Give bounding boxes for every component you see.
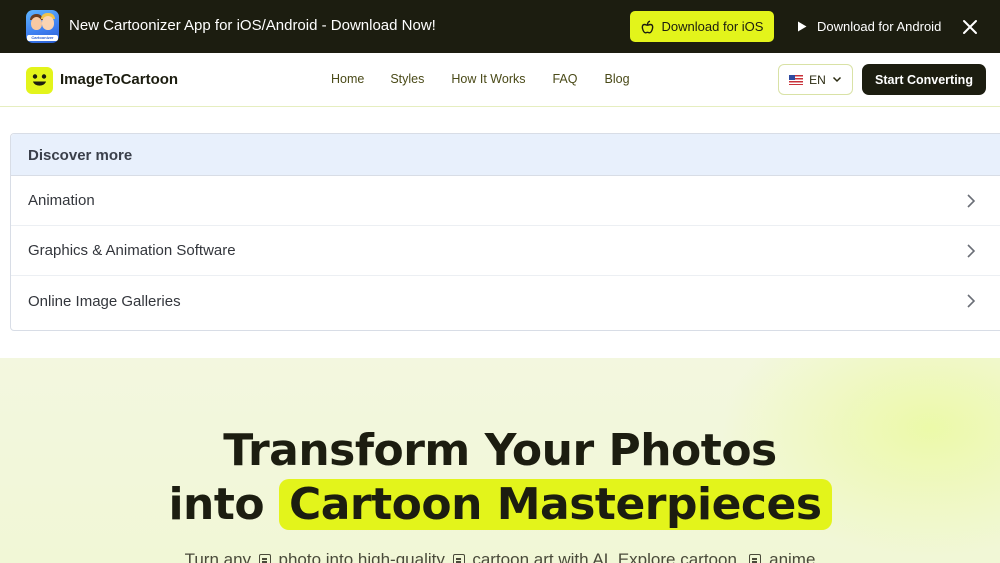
hero-subtitle-part: Turn any — [184, 550, 252, 563]
nav-link-blog[interactable]: Blog — [605, 72, 630, 86]
hero-subtitle-part: cartoon art with AI. Explore cartoon, — [472, 550, 742, 563]
promo-banner: Cartoonizer New Cartoonizer App for iOS/… — [0, 0, 1000, 53]
download-ios-button[interactable]: Download for iOS — [630, 11, 774, 42]
logo-text[interactable]: ImageToCartoon — [60, 71, 178, 88]
smiley-logo-icon[interactable] — [26, 67, 53, 94]
discover-item-image-galleries[interactable]: Online Image Galleries — [11, 276, 1000, 326]
discover-more-heading: Discover more — [11, 134, 1000, 176]
discover-more-panel: Discover more Animation Graphics & Anima… — [10, 133, 1000, 331]
hero-title: Transform Your Photos into Cartoon Maste… — [0, 424, 1000, 532]
top-navigation: ImageToCartoon Home Styles How It Works … — [0, 53, 1000, 107]
hero-subtitle-part: photo into high-quality — [278, 550, 445, 563]
hero-title-into: into — [168, 479, 265, 530]
nav-link-styles[interactable]: Styles — [390, 72, 424, 86]
hero-title-line2: into Cartoon Masterpieces — [0, 478, 1000, 532]
discover-item-label: Graphics & Animation Software — [28, 242, 236, 259]
hero-subtitle: Turn any photo into high-quality cartoon… — [0, 550, 1000, 563]
hero-section: Transform Your Photos into Cartoon Maste… — [0, 358, 1000, 563]
hero-title-line1: Transform Your Photos — [223, 425, 777, 476]
discover-item-animation[interactable]: Animation — [11, 176, 1000, 226]
nav-link-home[interactable]: Home — [331, 72, 364, 86]
discover-item-graphics-software[interactable]: Graphics & Animation Software — [11, 226, 1000, 276]
chevron-right-icon — [967, 294, 976, 308]
image-icon — [452, 554, 465, 563]
discover-item-label: Animation — [28, 192, 95, 209]
image-icon — [258, 554, 271, 563]
language-selector[interactable]: EN — [778, 64, 853, 95]
download-ios-label: Download for iOS — [661, 19, 764, 34]
nav-link-faq[interactable]: FAQ — [552, 72, 577, 86]
cartoonizer-app-icon: Cartoonizer — [26, 10, 59, 43]
app-icon-caption: Cartoonizer — [27, 35, 58, 41]
close-icon[interactable] — [959, 16, 981, 38]
chevron-down-icon — [832, 76, 841, 83]
apple-icon — [641, 20, 653, 34]
hero-title-highlight: Cartoon Masterpieces — [278, 479, 832, 530]
chevron-right-icon — [967, 194, 976, 208]
nav-link-how-it-works[interactable]: How It Works — [451, 72, 525, 86]
download-android-label: Download for Android — [817, 19, 942, 34]
hero-subtitle-part: anime — [769, 550, 816, 563]
language-label: EN — [809, 72, 826, 87]
us-flag-icon — [789, 74, 804, 85]
download-android-button[interactable]: Download for Android — [792, 11, 942, 42]
image-icon — [749, 554, 762, 563]
start-converting-button[interactable]: Start Converting — [862, 64, 986, 95]
nav-links: Home Styles How It Works FAQ Blog — [331, 72, 630, 86]
play-store-icon — [798, 21, 807, 32]
discover-item-label: Online Image Galleries — [28, 292, 181, 310]
chevron-right-icon — [967, 244, 976, 258]
promo-text: New Cartoonizer App for iOS/Android - Do… — [69, 17, 436, 34]
